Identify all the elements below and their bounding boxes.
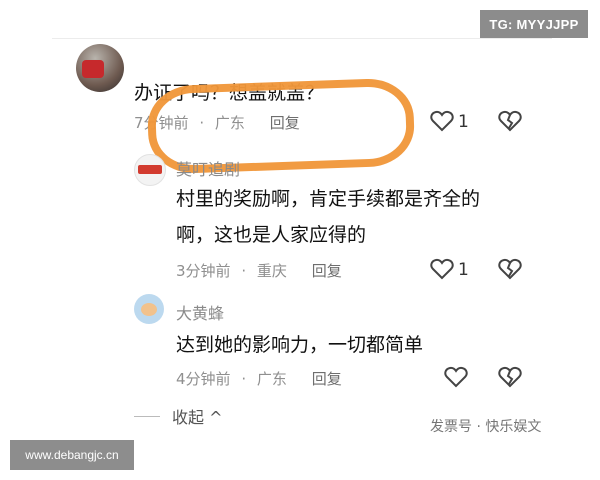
comment-text: 村里的奖励啊，肯定手续都是齐全的 — [176, 188, 481, 210]
watermark: 发票号 · 快乐娱文 — [430, 419, 542, 435]
comment-time: 3分钟前 — [176, 262, 231, 280]
avatar-face — [141, 303, 157, 316]
collapse-divider — [134, 416, 160, 417]
comment-text: 达到她的影响力，一切都简单 — [176, 334, 424, 356]
avatar-logo — [138, 165, 162, 174]
comment-time: 4分钟前 — [176, 370, 231, 388]
comment-text: 啊，这也是人家应得的 — [176, 224, 367, 246]
telegram-badge: TG: MYYJJPP — [480, 10, 588, 38]
comment-meta: 3分钟前 · 重庆 回复 — [176, 260, 348, 281]
heart-icon[interactable] — [430, 110, 454, 132]
separator: · — [241, 262, 247, 280]
like-count: 1 — [458, 260, 469, 280]
avatar[interactable] — [134, 294, 164, 324]
broken-heart-icon[interactable] — [498, 366, 522, 388]
divider — [52, 38, 552, 39]
avatar[interactable] — [76, 44, 124, 92]
username[interactable]: 莫叮追剧 — [176, 156, 240, 180]
separator: · — [241, 370, 247, 388]
broken-heart-icon[interactable] — [498, 258, 522, 280]
avatar[interactable] — [134, 154, 166, 186]
like-count: 1 — [458, 112, 469, 132]
chevron-up-icon: ^ — [209, 408, 223, 427]
broken-heart-icon[interactable] — [498, 110, 522, 132]
comment-thread: 办证了吗？想盖就盖？ 7分钟前 · 广东 回复 1 莫叮追剧 村里的奖励啊，肯定… — [52, 38, 552, 436]
comment-location: 重庆 — [256, 262, 287, 280]
heart-icon[interactable] — [430, 258, 454, 280]
collapse-button[interactable]: 收起 ^ — [172, 404, 223, 428]
reply-button[interactable]: 回复 — [312, 370, 342, 388]
comment-location: 广东 — [256, 370, 287, 388]
collapse-label: 收起 — [172, 408, 205, 427]
heart-icon[interactable] — [444, 366, 468, 388]
username[interactable]: 大黄蜂 — [176, 300, 224, 324]
reply-button[interactable]: 回复 — [312, 262, 342, 280]
comment-meta: 4分钟前 · 广东 回复 — [176, 368, 348, 389]
site-badge: www.debangjc.cn — [10, 440, 134, 470]
